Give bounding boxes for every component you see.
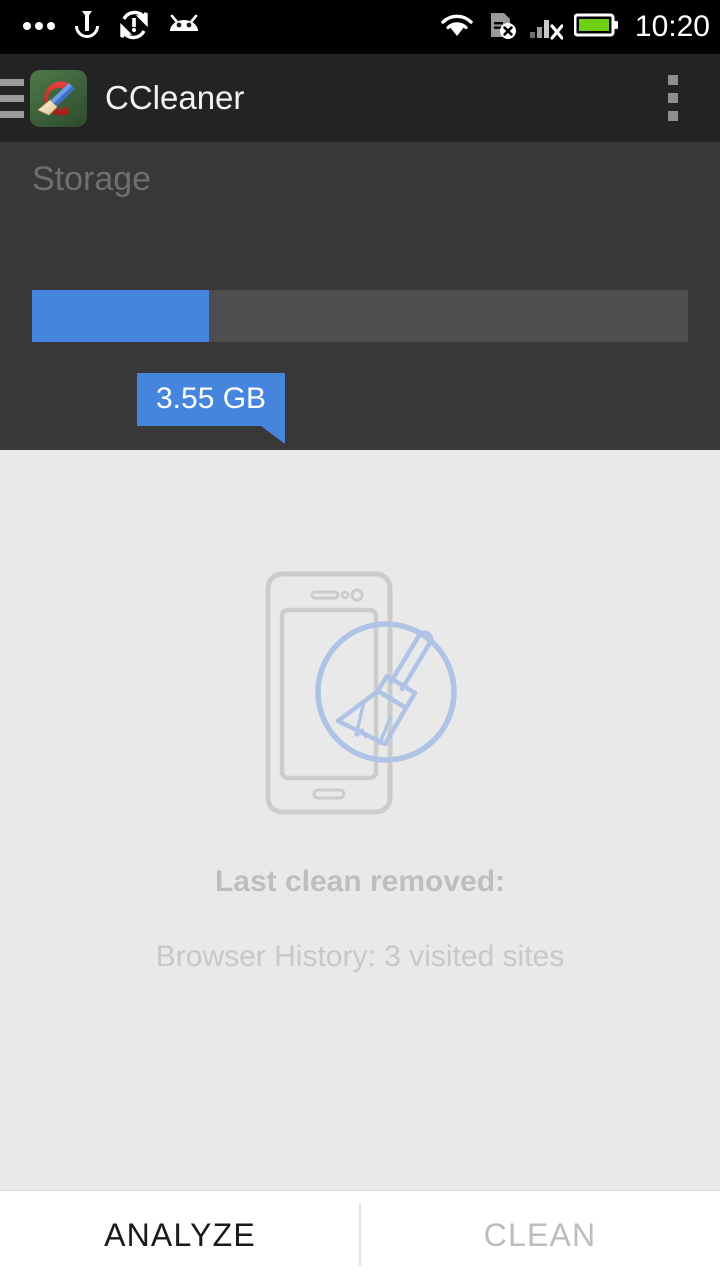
app-bar: CCleaner	[0, 54, 720, 142]
content-area: Last clean removed: Browser History: 3 v…	[0, 450, 720, 1190]
more-dots-icon	[22, 13, 56, 42]
storage-bar-fill	[32, 290, 210, 342]
overflow-menu-icon[interactable]	[668, 75, 678, 121]
last-clean-detail: Browser History: 3 visited sites	[155, 940, 565, 973]
hamburger-bar	[0, 94, 24, 102]
storage-section-label: Storage	[32, 160, 152, 198]
overflow-dot	[668, 75, 678, 85]
signal-no-service-icon	[529, 10, 564, 45]
storage-used-callout: 3.55 GB	[137, 373, 286, 444]
status-bar: 10:20	[0, 0, 720, 54]
sim-card-error-icon	[486, 9, 518, 46]
android-head-icon	[166, 11, 202, 44]
status-bar-right-icons: 10:20	[439, 9, 710, 46]
hamburger-menu-icon[interactable]	[0, 76, 24, 120]
bottom-action-bar: ANALYZE CLEAN	[0, 1190, 720, 1280]
last-clean-heading: Last clean removed:	[214, 865, 506, 898]
ccleaner-logo-icon	[30, 69, 87, 127]
sync-alert-icon	[118, 9, 150, 46]
storage-bar-track	[32, 290, 688, 342]
wifi-icon	[439, 10, 475, 45]
status-bar-left-icons	[0, 9, 202, 46]
overflow-dot	[668, 93, 678, 103]
status-bar-clock: 10:20	[634, 10, 710, 43]
storage-used-value: 3.55 GB	[156, 382, 267, 415]
callout-tail	[261, 426, 286, 444]
hamburger-bar	[0, 110, 24, 118]
storage-panel[interactable]: Storage 3.55 GB 9.43 GB	[0, 142, 720, 552]
analyze-button[interactable]: ANALYZE	[0, 1190, 360, 1280]
app-title: CCleaner	[105, 79, 245, 116]
clean-button[interactable]: CLEAN	[360, 1190, 720, 1280]
download-anchor-icon	[72, 9, 102, 46]
app-screen: 10:20 CCleaner Storage 3.55 GB Last clea…	[0, 0, 720, 1280]
overflow-dot	[668, 111, 678, 121]
hamburger-bar	[0, 78, 24, 86]
phone-with-broom-illustration	[260, 568, 460, 823]
action-divider	[359, 1204, 361, 1266]
battery-full-icon	[573, 12, 620, 43]
